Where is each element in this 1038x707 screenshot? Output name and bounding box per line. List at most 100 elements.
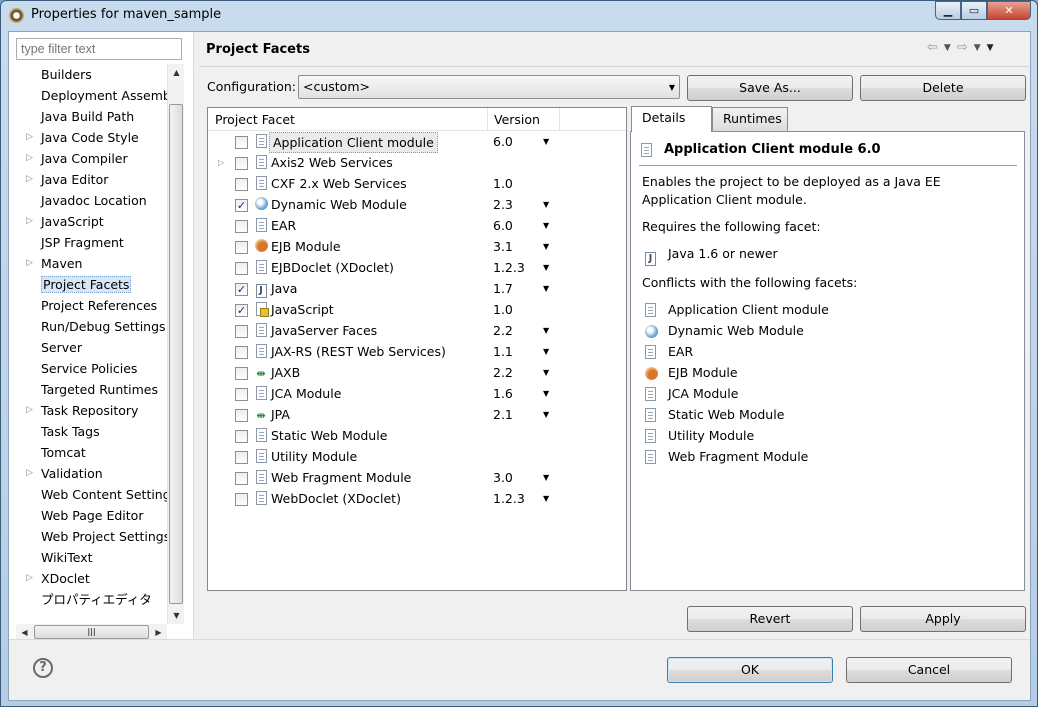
column-header-version[interactable]: Version <box>494 112 540 127</box>
facet-checkbox[interactable]: ✓ <box>235 283 248 296</box>
facet-version[interactable]: 1.7 <box>493 278 513 299</box>
facet-row[interactable]: EJB Module 3.1 ▼ <box>208 236 626 257</box>
back-dropdown-icon[interactable]: ▼ <box>944 43 951 55</box>
tree-item[interactable]: ▷ Maven <box>13 253 167 274</box>
facet-checkbox[interactable] <box>235 325 248 338</box>
version-dropdown-icon[interactable]: ▼ <box>543 341 549 362</box>
tree-item[interactable]: Web Content Settings <box>13 484 167 505</box>
facet-row[interactable]: Static Web Module <box>208 425 626 446</box>
facet-checkbox[interactable] <box>235 472 248 485</box>
version-dropdown-icon[interactable]: ▼ <box>543 257 549 278</box>
maximize-button[interactable]: ▭ <box>961 1 987 20</box>
version-dropdown-icon[interactable]: ▼ <box>543 320 549 341</box>
facet-checkbox[interactable] <box>235 136 248 149</box>
version-dropdown-icon[interactable]: ▼ <box>543 278 549 299</box>
minimize-button[interactable]: ▁ <box>935 1 961 20</box>
facet-checkbox[interactable] <box>235 451 248 464</box>
close-button[interactable]: ✕ <box>987 1 1031 20</box>
expand-arrow-icon[interactable]: ▷ <box>26 211 33 232</box>
facet-version[interactable]: 6.0 <box>493 131 513 152</box>
cancel-button[interactable]: Cancel <box>846 657 1012 683</box>
facet-checkbox[interactable] <box>235 430 248 443</box>
facet-checkbox[interactable] <box>235 388 248 401</box>
tree-item[interactable]: Java Build Path <box>13 106 167 127</box>
tab-details[interactable]: Details <box>631 106 712 132</box>
version-dropdown-icon[interactable]: ▼ <box>543 236 549 257</box>
column-header-facet[interactable]: Project Facet <box>215 112 295 127</box>
facet-checkbox[interactable] <box>235 262 248 275</box>
expand-arrow-icon[interactable]: ▷ <box>26 148 33 169</box>
expand-arrow-icon[interactable]: ▷ <box>26 568 33 589</box>
facet-version[interactable]: 2.2 <box>493 362 513 383</box>
facet-row[interactable]: ✓ J Java 1.7 ▼ <box>208 278 626 299</box>
facet-checkbox[interactable] <box>235 178 248 191</box>
version-dropdown-icon[interactable]: ▼ <box>543 194 549 215</box>
revert-button[interactable]: Revert <box>687 606 853 632</box>
hscroll-thumb[interactable]: ||| <box>34 625 149 639</box>
expand-arrow-icon[interactable]: ▷ <box>218 152 224 173</box>
facet-checkbox[interactable] <box>235 346 248 359</box>
forward-arrow-icon[interactable]: ⇨ <box>957 40 968 55</box>
tree-item[interactable]: Web Page Editor <box>13 505 167 526</box>
facet-checkbox[interactable]: ✓ <box>235 304 248 317</box>
tree-item[interactable]: ▷ Java Code Style <box>13 127 167 148</box>
facet-row[interactable]: CXF 2.x Web Services 1.0 <box>208 173 626 194</box>
expand-arrow-icon[interactable]: ▷ <box>26 169 33 190</box>
facet-version[interactable]: 2.3 <box>493 194 513 215</box>
facet-row[interactable]: ⇹ JAXB 2.2 ▼ <box>208 362 626 383</box>
facet-version[interactable]: 2.2 <box>493 320 513 341</box>
back-arrow-icon[interactable]: ⇦ <box>927 40 938 55</box>
tree-vertical-scrollbar[interactable]: ▲ ▼ <box>167 64 184 624</box>
tree-item[interactable]: Project Facets <box>13 274 167 295</box>
facet-row[interactable]: EJBDoclet (XDoclet) 1.2.3 ▼ <box>208 257 626 278</box>
tab-runtimes[interactable]: Runtimes <box>712 107 788 131</box>
facet-row[interactable]: Application Client module 6.0 ▼ <box>208 131 626 153</box>
tree-item[interactable]: ▷ Java Compiler <box>13 148 167 169</box>
facet-checkbox[interactable] <box>235 157 248 170</box>
tree-item[interactable]: Targeted Runtimes <box>13 379 167 400</box>
facet-version[interactable]: 1.1 <box>493 341 513 362</box>
expand-arrow-icon[interactable]: ▷ <box>26 127 33 148</box>
scroll-thumb[interactable] <box>169 104 183 604</box>
version-dropdown-icon[interactable]: ▼ <box>543 467 549 488</box>
scroll-down-icon[interactable]: ▼ <box>168 607 185 624</box>
save-as-button[interactable]: Save As... <box>687 75 853 101</box>
tree-item[interactable]: Server <box>13 337 167 358</box>
sash[interactable] <box>193 32 194 639</box>
version-dropdown-icon[interactable]: ▼ <box>543 215 549 236</box>
facet-row[interactable]: Utility Module <box>208 446 626 467</box>
help-icon[interactable]: ? <box>33 658 53 678</box>
delete-button[interactable]: Delete <box>860 75 1026 101</box>
version-dropdown-icon[interactable]: ▼ <box>543 362 549 383</box>
facet-row[interactable]: ▷ Axis2 Web Services <box>208 152 626 173</box>
facet-checkbox[interactable] <box>235 409 248 422</box>
filter-input[interactable] <box>16 38 182 60</box>
version-dropdown-icon[interactable]: ▼ <box>543 383 549 404</box>
tree-item[interactable]: Project References <box>13 295 167 316</box>
facet-version[interactable]: 3.0 <box>493 467 513 488</box>
version-dropdown-icon[interactable]: ▼ <box>543 488 549 509</box>
facet-version[interactable]: 2.1 <box>493 404 513 425</box>
facet-version[interactable]: 1.2.3 <box>493 488 525 509</box>
tree-item[interactable]: ▷ Validation <box>13 463 167 484</box>
tree-item[interactable]: Builders <box>13 64 167 85</box>
facet-version[interactable]: 1.6 <box>493 383 513 404</box>
tree-item[interactable]: ▷ Task Repository <box>13 400 167 421</box>
tree-item[interactable]: Web Project Settings <box>13 526 167 547</box>
title-bar[interactable]: Properties for maven_sample ▁ ▭ ✕ <box>1 1 1037 29</box>
tree-item[interactable]: Deployment Assembl <box>13 85 167 106</box>
expand-arrow-icon[interactable]: ▷ <box>26 253 33 274</box>
facet-row[interactable]: ✓ JavaScript 1.0 <box>208 299 626 320</box>
expand-arrow-icon[interactable]: ▷ <box>26 400 33 421</box>
ok-button[interactable]: OK <box>667 657 833 683</box>
tree-item[interactable]: Javadoc Location <box>13 190 167 211</box>
tree-item[interactable]: プロパティエディタ <box>13 589 167 610</box>
tree-item[interactable]: Task Tags <box>13 421 167 442</box>
facet-checkbox[interactable] <box>235 220 248 233</box>
expand-arrow-icon[interactable]: ▷ <box>26 463 33 484</box>
view-menu-icon[interactable]: ▼ <box>987 43 994 55</box>
facet-version[interactable]: 1.2.3 <box>493 257 525 278</box>
facet-row[interactable]: EAR 6.0 ▼ <box>208 215 626 236</box>
facet-version[interactable]: 1.0 <box>493 299 513 320</box>
facet-row[interactable]: Web Fragment Module 3.0 ▼ <box>208 467 626 488</box>
